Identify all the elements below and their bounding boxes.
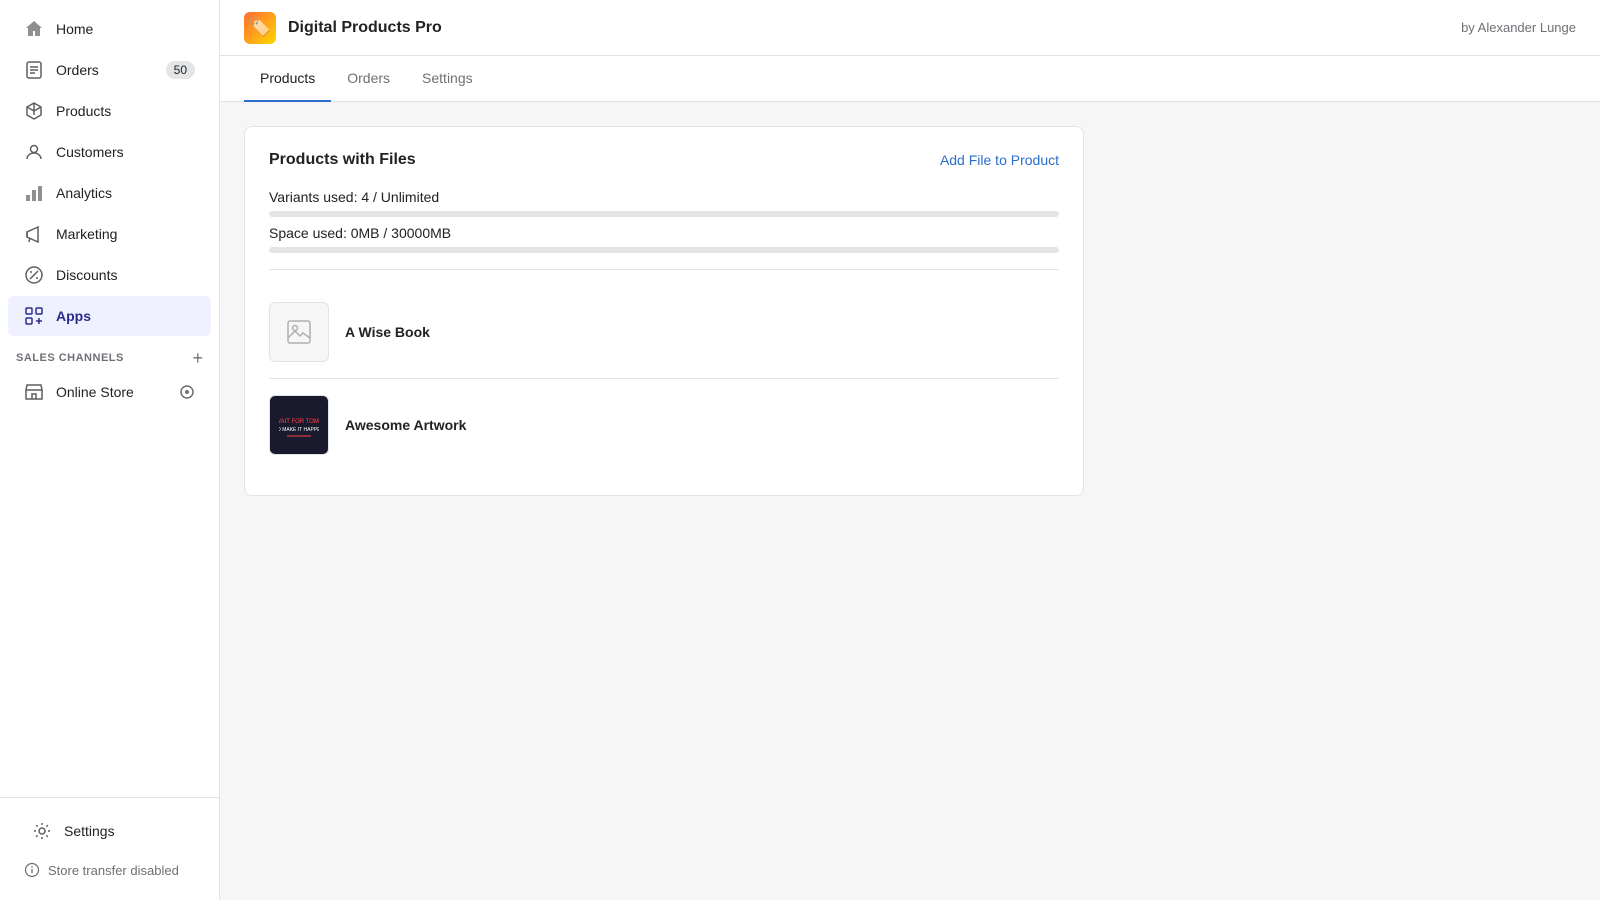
product-thumb-wise-book (269, 302, 329, 362)
app-author: by Alexander Lunge (1461, 20, 1576, 35)
sidebar-item-analytics[interactable]: Analytics (8, 173, 211, 213)
add-sales-channel-button[interactable]: + (192, 349, 203, 367)
products-with-files-card: Products with Files Add File to Product … (244, 126, 1084, 496)
sidebar-item-discounts[interactable]: Discounts (8, 255, 211, 295)
sidebar-item-home[interactable]: Home (8, 9, 211, 49)
tab-products[interactable]: Products (244, 56, 331, 102)
app-icon: 🏷️ (244, 12, 276, 44)
card-title: Products with Files (269, 151, 416, 169)
product-name-wise-book: A Wise Book (345, 324, 430, 340)
space-progress-bar (269, 247, 1059, 253)
sidebar: Home Orders 50 Products (0, 0, 220, 900)
sidebar-item-online-store[interactable]: Online Store (8, 372, 211, 412)
svg-text:DON'T WAIT FOR TOMORROW: DON'T WAIT FOR TOMORROW (279, 419, 319, 425)
product-thumb-awesome-artwork: DON'T WAIT FOR TOMORROW TO MAKE IT HAPPE… (269, 395, 329, 455)
info-icon (24, 862, 40, 878)
add-file-to-product-button[interactable]: Add File to Product (940, 152, 1059, 168)
online-store-visibility-icon[interactable] (179, 384, 195, 400)
sidebar-nav: Home Orders 50 Products (0, 0, 219, 797)
space-usage: Space used: 0MB / 30000MB (269, 225, 1059, 253)
content-area: Products with Files Add File to Product … (220, 102, 1600, 900)
store-icon (24, 382, 44, 402)
main-content: 🏷️ Digital Products Pro by Alexander Lun… (220, 0, 1600, 900)
sidebar-item-settings[interactable]: Settings (16, 811, 203, 851)
orders-icon (24, 60, 44, 80)
variants-progress-bar (269, 211, 1059, 217)
card-header: Products with Files Add File to Product (269, 151, 1059, 169)
sidebar-item-marketing[interactable]: Marketing (8, 214, 211, 254)
home-icon (24, 19, 44, 39)
app-header: 🏷️ Digital Products Pro by Alexander Lun… (220, 0, 1600, 56)
image-placeholder-icon (285, 318, 313, 346)
artwork-thumbnail: DON'T WAIT FOR TOMORROW TO MAKE IT HAPPE… (279, 405, 319, 445)
sidebar-item-apps[interactable]: Apps (8, 296, 211, 336)
sidebar-item-customers[interactable]: Customers (8, 132, 211, 172)
svg-text:TO MAKE IT HAPPEN: TO MAKE IT HAPPEN (279, 427, 319, 433)
card-divider (269, 269, 1059, 270)
product-item-awesome-artwork[interactable]: DON'T WAIT FOR TOMORROW TO MAKE IT HAPPE… (269, 379, 1059, 471)
settings-icon (32, 821, 52, 841)
customers-icon (24, 142, 44, 162)
products-icon (24, 101, 44, 121)
product-item-wise-book[interactable]: A Wise Book (269, 286, 1059, 379)
sidebar-item-products[interactable]: Products (8, 91, 211, 131)
tab-orders[interactable]: Orders (331, 56, 406, 102)
analytics-icon (24, 183, 44, 203)
discounts-icon (24, 265, 44, 285)
tab-settings[interactable]: Settings (406, 56, 489, 102)
marketing-icon (24, 224, 44, 244)
tabs-bar: Products Orders Settings (220, 56, 1600, 102)
app-title: Digital Products Pro (288, 19, 442, 37)
sales-channels-section: SALES CHANNELS + (0, 337, 219, 371)
apps-icon (24, 306, 44, 326)
product-name-awesome-artwork: Awesome Artwork (345, 417, 466, 433)
sidebar-item-orders[interactable]: Orders 50 (8, 50, 211, 90)
variants-used-text: Variants used: 4 / Unlimited (269, 189, 1059, 205)
sidebar-bottom: Settings Store transfer disabled (0, 797, 219, 900)
variants-usage: Variants used: 4 / Unlimited (269, 189, 1059, 217)
space-used-text: Space used: 0MB / 30000MB (269, 225, 1059, 241)
store-transfer-status: Store transfer disabled (8, 852, 211, 888)
orders-badge: 50 (166, 61, 195, 79)
app-header-left: 🏷️ Digital Products Pro (244, 12, 442, 44)
